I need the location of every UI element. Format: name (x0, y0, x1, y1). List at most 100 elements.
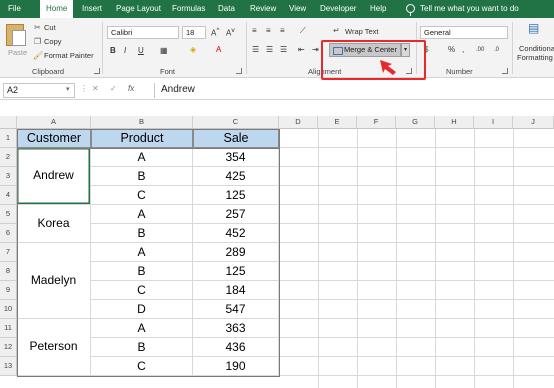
column-header-j[interactable]: J (513, 116, 554, 129)
align-top-icon[interactable]: ≡ (252, 26, 257, 36)
decrease-decimal-icon[interactable]: .0 (494, 45, 499, 55)
select-all-corner[interactable] (0, 116, 17, 129)
customer-cell[interactable]: Andrew (17, 148, 91, 205)
sale-cell[interactable]: 125 (193, 186, 279, 205)
product-cell[interactable]: A (91, 319, 193, 338)
sale-cell[interactable]: 363 (193, 319, 279, 338)
increase-font-icon[interactable]: A^ (211, 26, 219, 39)
sale-cell[interactable]: 452 (193, 224, 279, 243)
align-center-icon[interactable]: ☰ (266, 45, 273, 55)
cancel-icon[interactable]: ✕ (92, 84, 99, 94)
column-header-f[interactable]: F (357, 116, 396, 129)
orientation-icon[interactable]: ⟋ (300, 26, 306, 36)
customer-cell[interactable]: Korea (17, 205, 91, 243)
align-left-icon[interactable]: ☰ (252, 45, 259, 55)
tab-review[interactable]: Review (250, 0, 276, 18)
fill-color-icon[interactable]: ◈ (190, 45, 196, 55)
customer-cell[interactable]: Madelyn (17, 243, 91, 319)
column-header-h[interactable]: H (435, 116, 474, 129)
tab-view[interactable]: View (289, 0, 306, 18)
tab-file[interactable]: File (8, 0, 21, 18)
font-name-select[interactable]: Calibri (107, 26, 179, 39)
row-header-4[interactable]: 4 (0, 186, 17, 205)
paste-button[interactable]: Paste (8, 48, 27, 57)
product-cell[interactable]: C (91, 357, 193, 376)
column-header-c[interactable]: C (193, 116, 279, 129)
align-right-icon[interactable]: ☰ (280, 45, 287, 55)
enter-icon[interactable]: ✓ (110, 84, 117, 94)
product-cell[interactable]: C (91, 281, 193, 300)
decrease-indent-icon[interactable]: ⇤ (298, 45, 305, 55)
cut-button[interactable]: Cut (44, 23, 56, 32)
clipboard-launcher[interactable] (94, 68, 100, 74)
product-cell[interactable]: A (91, 243, 193, 262)
row-header-13[interactable]: 13 (0, 357, 17, 376)
increase-decimal-icon[interactable]: .00 (476, 45, 484, 55)
tab-home[interactable]: Home (40, 0, 74, 18)
insert-function-icon[interactable]: fx (128, 84, 134, 94)
tab-developer[interactable]: Developer (320, 0, 356, 18)
font-launcher[interactable] (236, 68, 242, 74)
row-header-12[interactable]: 12 (0, 338, 17, 357)
bold-button[interactable]: B (110, 46, 116, 56)
header-sale[interactable]: Sale (193, 129, 279, 148)
header-customer[interactable]: Customer (17, 129, 91, 148)
formula-input[interactable]: Andrew (154, 83, 554, 98)
align-bottom-icon[interactable]: ≡ (280, 26, 285, 36)
product-cell[interactable]: B (91, 262, 193, 281)
sale-cell[interactable]: 289 (193, 243, 279, 262)
row-header-9[interactable]: 9 (0, 281, 17, 300)
tab-help[interactable]: Help (370, 0, 386, 18)
column-header-b[interactable]: B (91, 116, 193, 129)
font-color-icon[interactable]: A (216, 45, 221, 55)
conditional-formatting-button-line2[interactable]: Formatting (517, 53, 553, 62)
italic-button[interactable]: I (124, 46, 126, 56)
sale-cell[interactable]: 190 (193, 357, 279, 376)
header-product[interactable]: Product (91, 129, 193, 148)
customer-cell[interactable]: Peterson (17, 319, 91, 376)
percent-button[interactable]: % (448, 45, 455, 55)
name-box-dropdown-icon[interactable]: ▾ (66, 85, 70, 95)
empty-grid[interactable] (279, 129, 554, 388)
sale-cell[interactable]: 436 (193, 338, 279, 357)
sale-cell[interactable]: 425 (193, 167, 279, 186)
align-middle-icon[interactable]: ≡ (266, 26, 271, 36)
sale-cell[interactable]: 184 (193, 281, 279, 300)
column-header-g[interactable]: G (396, 116, 435, 129)
row-header-11[interactable]: 11 (0, 319, 17, 338)
row-header-6[interactable]: 6 (0, 224, 17, 243)
comma-style-icon[interactable]: , (462, 45, 464, 55)
borders-icon[interactable]: ▦ (160, 46, 168, 56)
number-launcher[interactable] (502, 68, 508, 74)
sale-cell[interactable]: 354 (193, 148, 279, 167)
product-cell[interactable]: A (91, 205, 193, 224)
row-header-5[interactable]: 5 (0, 205, 17, 224)
format-painter-button[interactable]: Format Painter (44, 51, 94, 60)
tell-me-search[interactable]: Tell me what you want to do (420, 0, 519, 18)
sale-cell[interactable]: 547 (193, 300, 279, 319)
sale-cell[interactable]: 125 (193, 262, 279, 281)
row-header-7[interactable]: 7 (0, 243, 17, 262)
column-header-a[interactable]: A (17, 116, 91, 129)
tab-insert[interactable]: Insert (82, 0, 102, 18)
column-header-e[interactable]: E (318, 116, 357, 129)
column-header-i[interactable]: I (474, 116, 513, 129)
product-cell[interactable]: A (91, 148, 193, 167)
copy-button[interactable]: Copy (44, 37, 62, 46)
conditional-formatting-button[interactable]: Conditional (519, 44, 554, 53)
product-cell[interactable]: B (91, 224, 193, 243)
wrap-text-button[interactable]: Wrap Text (345, 27, 379, 36)
increase-indent-icon[interactable]: ⇥ (312, 45, 319, 55)
number-format-select[interactable]: General (420, 26, 508, 39)
product-cell[interactable]: B (91, 338, 193, 357)
row-header-1[interactable]: 1 (0, 129, 17, 148)
tab-formulas[interactable]: Formulas (172, 0, 205, 18)
row-header-2[interactable]: 2 (0, 148, 17, 167)
row-header-8[interactable]: 8 (0, 262, 17, 281)
name-box[interactable]: A2 (3, 83, 75, 98)
tab-page-layout[interactable]: Page Layout (116, 0, 161, 18)
sale-cell[interactable]: 257 (193, 205, 279, 224)
tab-data[interactable]: Data (218, 0, 235, 18)
paste-icon[interactable] (6, 24, 26, 46)
underline-button[interactable]: U (138, 46, 144, 56)
